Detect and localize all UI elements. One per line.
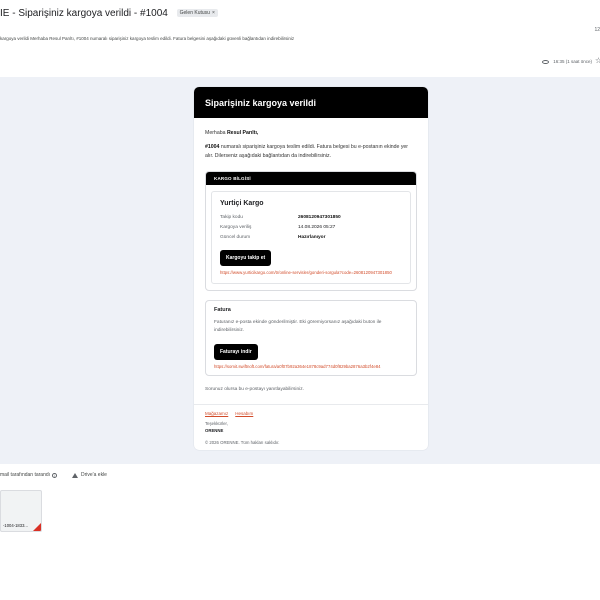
tracking-url-link[interactable]: https://www.yurticikargo.com/tr/online-s…: [220, 270, 402, 275]
shipping-details: Yurtiçi Kargo Takip kodu 260812094730185…: [211, 191, 411, 284]
shipped-date-row: Kargoya veriliş 14.08.2026 05:27: [220, 225, 402, 230]
email-content: Merhaba Resul Parıltı, #1004 numaralı si…: [194, 118, 428, 392]
reply-note: Sorunuz olursa bu e-postayı yanıtlayabil…: [205, 387, 304, 392]
shipped-date-value: 14.08.2026 05:27: [298, 225, 336, 230]
status-value: Hazırlanıyor: [298, 235, 326, 240]
invoice-section: Fatura Faturanız e-posta ekinde gönderil…: [205, 300, 417, 376]
email-footer: Mağazamız Hesabım Teşekkürler, ORENNE © …: [194, 405, 428, 445]
greeting: Merhaba Resul Parıltı,: [205, 130, 417, 136]
copyright-text: © 2026 ORENNE. Tüm hakları saklıdır.: [205, 439, 280, 445]
email-header: Siparişiniz kargoya verildi: [194, 87, 428, 118]
download-invoice-button[interactable]: Faturayı indir: [214, 344, 258, 360]
scan-status: mail tarafından tarandı i: [0, 472, 58, 478]
message-meta-row: 16:35 (1 saat önce) ☆: [0, 55, 600, 69]
footer-links: Mağazamız Hesabım: [205, 411, 417, 416]
drive-text: Drive'a ekle: [81, 472, 107, 478]
intro-paragraph: #1004 numaralı siparişiniz kargoya tesli…: [205, 143, 417, 161]
add-to-drive-button[interactable]: Drive'a ekle: [72, 472, 107, 478]
info-icon[interactable]: i: [52, 472, 58, 478]
account-link[interactable]: Hesabım: [235, 411, 253, 416]
shipping-section: KARGO BİLGİSİ Yurtiçi Kargo Takip kodu 2…: [205, 171, 417, 291]
tracking-value: 2608120947301850: [298, 215, 341, 220]
page-counter: 12: [594, 27, 600, 33]
shipped-date-key: Kargoya veriliş: [220, 225, 252, 230]
shipping-section-header: KARGO BİLGİSİ: [206, 172, 416, 185]
message-meta: 16:35 (1 saat önce): [542, 59, 592, 64]
greeting-prefix: Merhaba: [205, 130, 226, 136]
customer-name: Resul Parıltı,: [226, 130, 259, 136]
attachments-bar: mail tarafından tarandı i Drive'a ekle: [0, 472, 600, 482]
remove-label-icon[interactable]: ×: [212, 10, 215, 16]
store-link[interactable]: Mağazamız: [205, 411, 228, 416]
inbox-label-chip[interactable]: Gelen Kutusu ×: [176, 9, 218, 18]
invoice-text: Faturanız e-posta ekinde gönderilmiştir.…: [214, 320, 382, 333]
shipping-section-label: KARGO BİLGİSİ: [214, 176, 251, 181]
email-body-area: Siparişiniz kargoya verildi Merhaba Resu…: [0, 77, 600, 464]
invoice-url-link[interactable]: https://somit.swiftnoft.com/fatura/a0f07…: [214, 364, 408, 369]
brand-name: ORENNE: [205, 427, 224, 433]
attachment-file-name: -1004-1833...: [3, 523, 28, 528]
email-snippet: kargoya verildi Merhaba Resul Parıltı, #…: [0, 36, 295, 41]
email-card: Siparişiniz kargoya verildi Merhaba Resu…: [194, 87, 428, 450]
regards-text: Teşekkürler,: [205, 420, 228, 426]
tracking-row: Takip kodu 2608120947301850: [220, 215, 402, 220]
intro-text: numaralı siparişiniz kargoya teslim edil…: [205, 144, 409, 159]
track-shipment-button[interactable]: Kargoyu takip et: [220, 250, 272, 266]
order-number: #1004: [205, 144, 220, 150]
eye-icon: [542, 59, 550, 64]
email-header-title: Siparişiniz kargoya verildi: [205, 97, 317, 108]
invoice-title: Fatura: [214, 307, 231, 313]
carrier-name: Yurtiçi Kargo: [220, 200, 264, 207]
status-row: Güncel durum Hazırlanıyor: [220, 235, 402, 240]
email-subject-text: IE - Siparişiniz kargoya verildi - #1004: [0, 8, 168, 19]
message-time: 16:35 (1 saat önce): [553, 59, 592, 64]
status-key: Güncel durum: [220, 235, 251, 240]
attachment-thumbnail[interactable]: -1004-1833...: [0, 490, 42, 532]
drive-icon: [72, 472, 78, 478]
scan-text: mail tarafından tarandı: [0, 472, 51, 478]
pdf-icon: [33, 523, 41, 531]
tracking-key: Takip kodu: [220, 215, 243, 220]
star-icon[interactable]: ☆: [595, 56, 600, 65]
subject-bar: IE - Siparişiniz kargoya verildi - #1004…: [0, 0, 600, 33]
inbox-label-text: Gelen Kutusu: [179, 10, 210, 17]
email-subject: IE - Siparişiniz kargoya verildi - #1004…: [0, 8, 218, 19]
